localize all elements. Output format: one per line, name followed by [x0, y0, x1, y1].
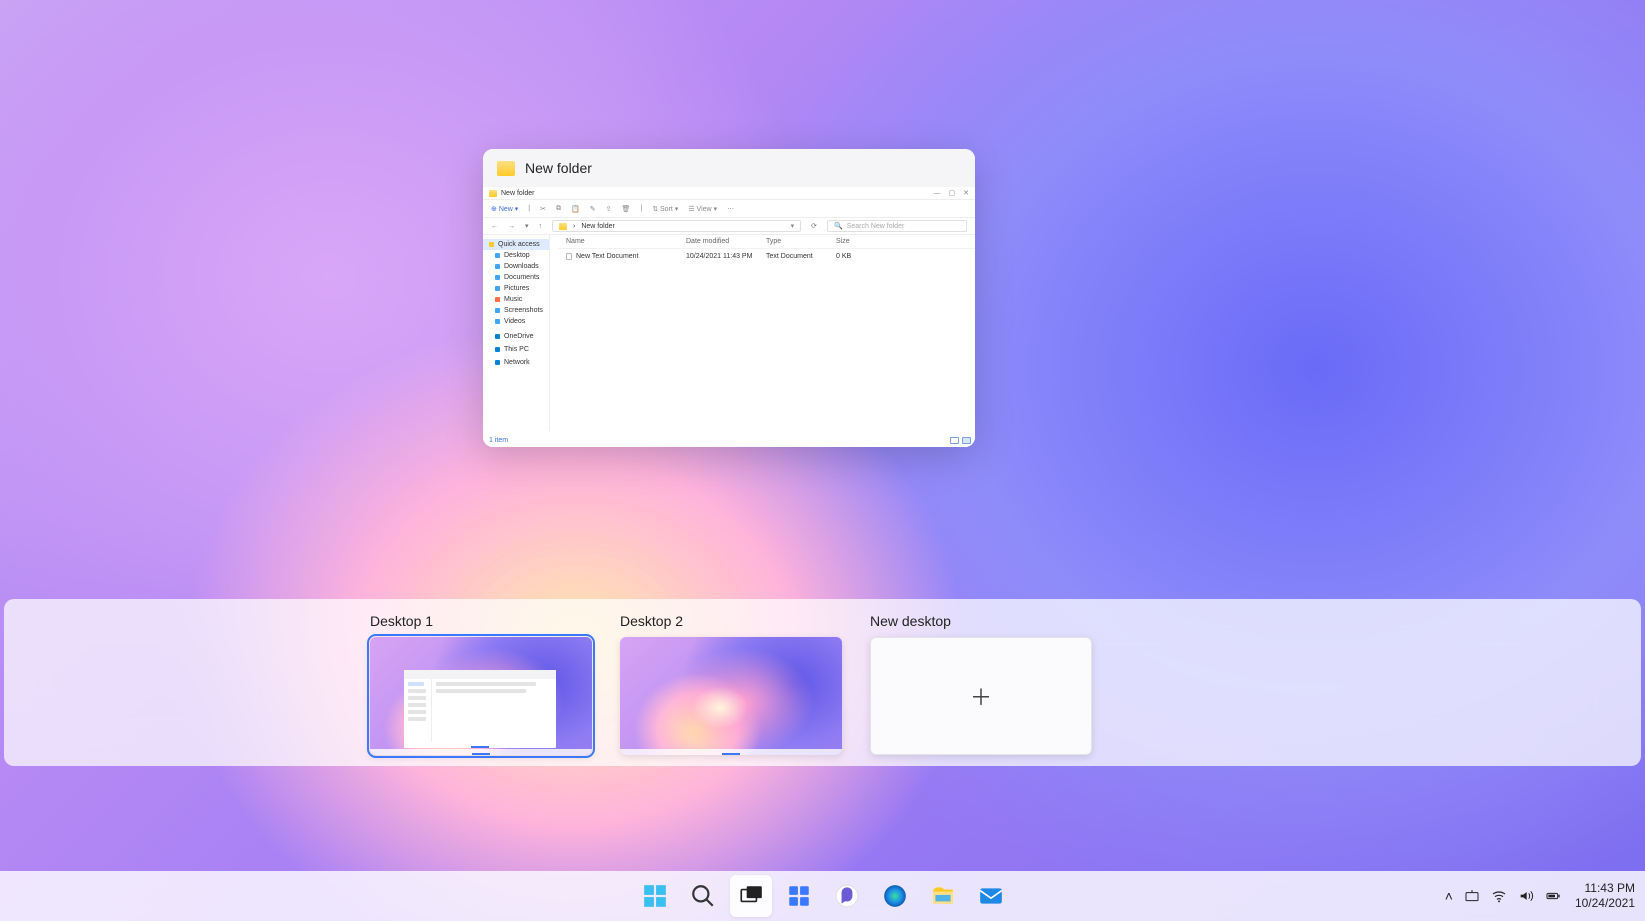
windows-icon: [642, 883, 668, 909]
textfile-icon: [566, 253, 572, 260]
nav-up-icon[interactable]: ↑: [539, 223, 543, 230]
start-button[interactable]: [634, 875, 676, 917]
virtual-desktops-bar: Desktop 1: [4, 599, 1641, 766]
sidebar-onedrive[interactable]: OneDrive: [483, 331, 549, 342]
maximize-icon[interactable]: ▢: [949, 189, 956, 197]
explorer-navbar: ← → ▾ ↑ › New folder ▾ ⟳ 🔍 Search New fo…: [483, 218, 975, 235]
explorer-sidebar: Quick access Desktop Downloads Documents…: [483, 235, 550, 431]
clock-time: 11:43 PM: [1575, 881, 1635, 896]
cut-icon[interactable]: ✂: [540, 205, 546, 213]
close-icon[interactable]: ✕: [963, 189, 969, 197]
sidebar-quick-access[interactable]: Quick access: [483, 239, 549, 250]
sidebar-item[interactable]: Desktop: [483, 250, 549, 261]
preview-caption: New folder: [525, 160, 592, 176]
plus-icon: ＋: [970, 680, 992, 712]
taskview-window-preview[interactable]: New folder New folder — ▢ ✕ ⊕ New ▾ | ✂ …: [483, 149, 975, 447]
taskbar-clock[interactable]: 11:43 PM 10/24/2021: [1575, 881, 1635, 911]
delete-icon[interactable]: 🗑: [621, 205, 630, 213]
sidebar-item[interactable]: Screenshots: [483, 305, 549, 316]
toolbar-new-button[interactable]: ⊕ New ▾: [491, 205, 518, 213]
statusbar-view-buttons[interactable]: [950, 437, 971, 444]
desktop-thumbnail[interactable]: [620, 637, 842, 755]
search-button[interactable]: [682, 875, 724, 917]
address-bar[interactable]: › New folder ▾: [552, 220, 801, 232]
copy-icon[interactable]: ⧉: [556, 205, 561, 213]
refresh-icon[interactable]: ⟳: [811, 222, 817, 230]
file-row[interactable]: New Text Document 10/24/2021 11:43 PM Te…: [558, 249, 975, 264]
explorer-toolbar: ⊕ New ▾ | ✂ ⧉ 📋 ✎ ⇪ 🗑 | ⇅ Sort ▾ ☰ View …: [483, 200, 975, 218]
desktop-wallpaper: [0, 0, 1645, 921]
desktop-label: Desktop 1: [370, 613, 592, 629]
edge-icon: [882, 883, 908, 909]
nav-back-icon[interactable]: ←: [491, 223, 498, 230]
clock-date: 10/24/2021: [1575, 896, 1635, 911]
sidebar-item[interactable]: Music: [483, 294, 549, 305]
toolbar-sort-button[interactable]: ⇅ Sort ▾: [652, 205, 678, 213]
paste-icon[interactable]: 📋: [571, 205, 580, 213]
widgets-button[interactable]: [778, 875, 820, 917]
mail-icon: [978, 883, 1004, 909]
tray-overflow-icon[interactable]: ˄: [1445, 888, 1453, 904]
keyboard-icon[interactable]: [1464, 888, 1480, 904]
share-icon[interactable]: ⇪: [606, 205, 612, 213]
folder-icon: [489, 190, 497, 197]
search-placeholder: Search New folder: [847, 223, 905, 230]
edge-button[interactable]: [874, 875, 916, 917]
virtual-desktop-1[interactable]: Desktop 1: [370, 613, 592, 755]
statusbar-count: 1 item: [489, 437, 508, 444]
chat-button[interactable]: [826, 875, 868, 917]
preview-titlebar: New folder: [483, 149, 975, 187]
minimize-icon[interactable]: —: [934, 190, 941, 197]
sidebar-item[interactable]: Documents: [483, 272, 549, 283]
taskview-button[interactable]: [730, 875, 772, 917]
sidebar-network[interactable]: Network: [483, 357, 549, 368]
explorer-content: Name Date modified Type Size New Text Do…: [550, 235, 975, 431]
taskview-icon: [738, 883, 764, 909]
explorer-button[interactable]: [922, 875, 964, 917]
chevron-down-icon[interactable]: ▾: [525, 222, 529, 230]
explorer-tabbar: New folder — ▢ ✕: [483, 187, 975, 200]
desktop-thumbnail[interactable]: [370, 637, 592, 755]
search-input[interactable]: 🔍 Search New folder: [827, 220, 967, 232]
sidebar-item[interactable]: Pictures: [483, 283, 549, 294]
explorer-tab-title: New folder: [501, 190, 534, 197]
folder-icon: [497, 161, 515, 176]
widgets-icon: [786, 883, 812, 909]
toolbar-more-button[interactable]: ⋯: [727, 205, 734, 213]
wifi-icon[interactable]: [1491, 888, 1507, 904]
volume-icon[interactable]: [1518, 888, 1534, 904]
chevron-down-icon[interactable]: ▾: [791, 222, 795, 230]
folder-icon: [559, 223, 567, 230]
sidebar-thispc[interactable]: This PC: [483, 344, 549, 355]
chat-icon: [834, 883, 860, 909]
search-icon: [690, 883, 716, 909]
search-icon: 🔍: [834, 222, 843, 230]
folder-icon: [930, 883, 956, 909]
mail-button[interactable]: [970, 875, 1012, 917]
taskbar: ˄ 11:43 PM 10/24/2021: [0, 871, 1645, 921]
sidebar-item[interactable]: Videos: [483, 316, 549, 327]
system-tray: ˄ 11:43 PM 10/24/2021: [1445, 881, 1635, 911]
sidebar-item[interactable]: Downloads: [483, 261, 549, 272]
toolbar-view-button[interactable]: ☰ View ▾: [688, 205, 717, 213]
new-desktop-button[interactable]: New desktop ＋: [870, 613, 1092, 755]
nav-fwd-icon[interactable]: →: [508, 223, 515, 230]
taskbar-center: [634, 875, 1012, 917]
rename-icon[interactable]: ✎: [590, 205, 596, 213]
desktop-label: Desktop 2: [620, 613, 842, 629]
address-path: New folder: [581, 223, 614, 230]
virtual-desktop-2[interactable]: Desktop 2: [620, 613, 842, 755]
battery-icon[interactable]: [1545, 888, 1561, 904]
column-headers[interactable]: Name Date modified Type Size: [558, 235, 975, 249]
new-desktop-label: New desktop: [870, 613, 1092, 629]
